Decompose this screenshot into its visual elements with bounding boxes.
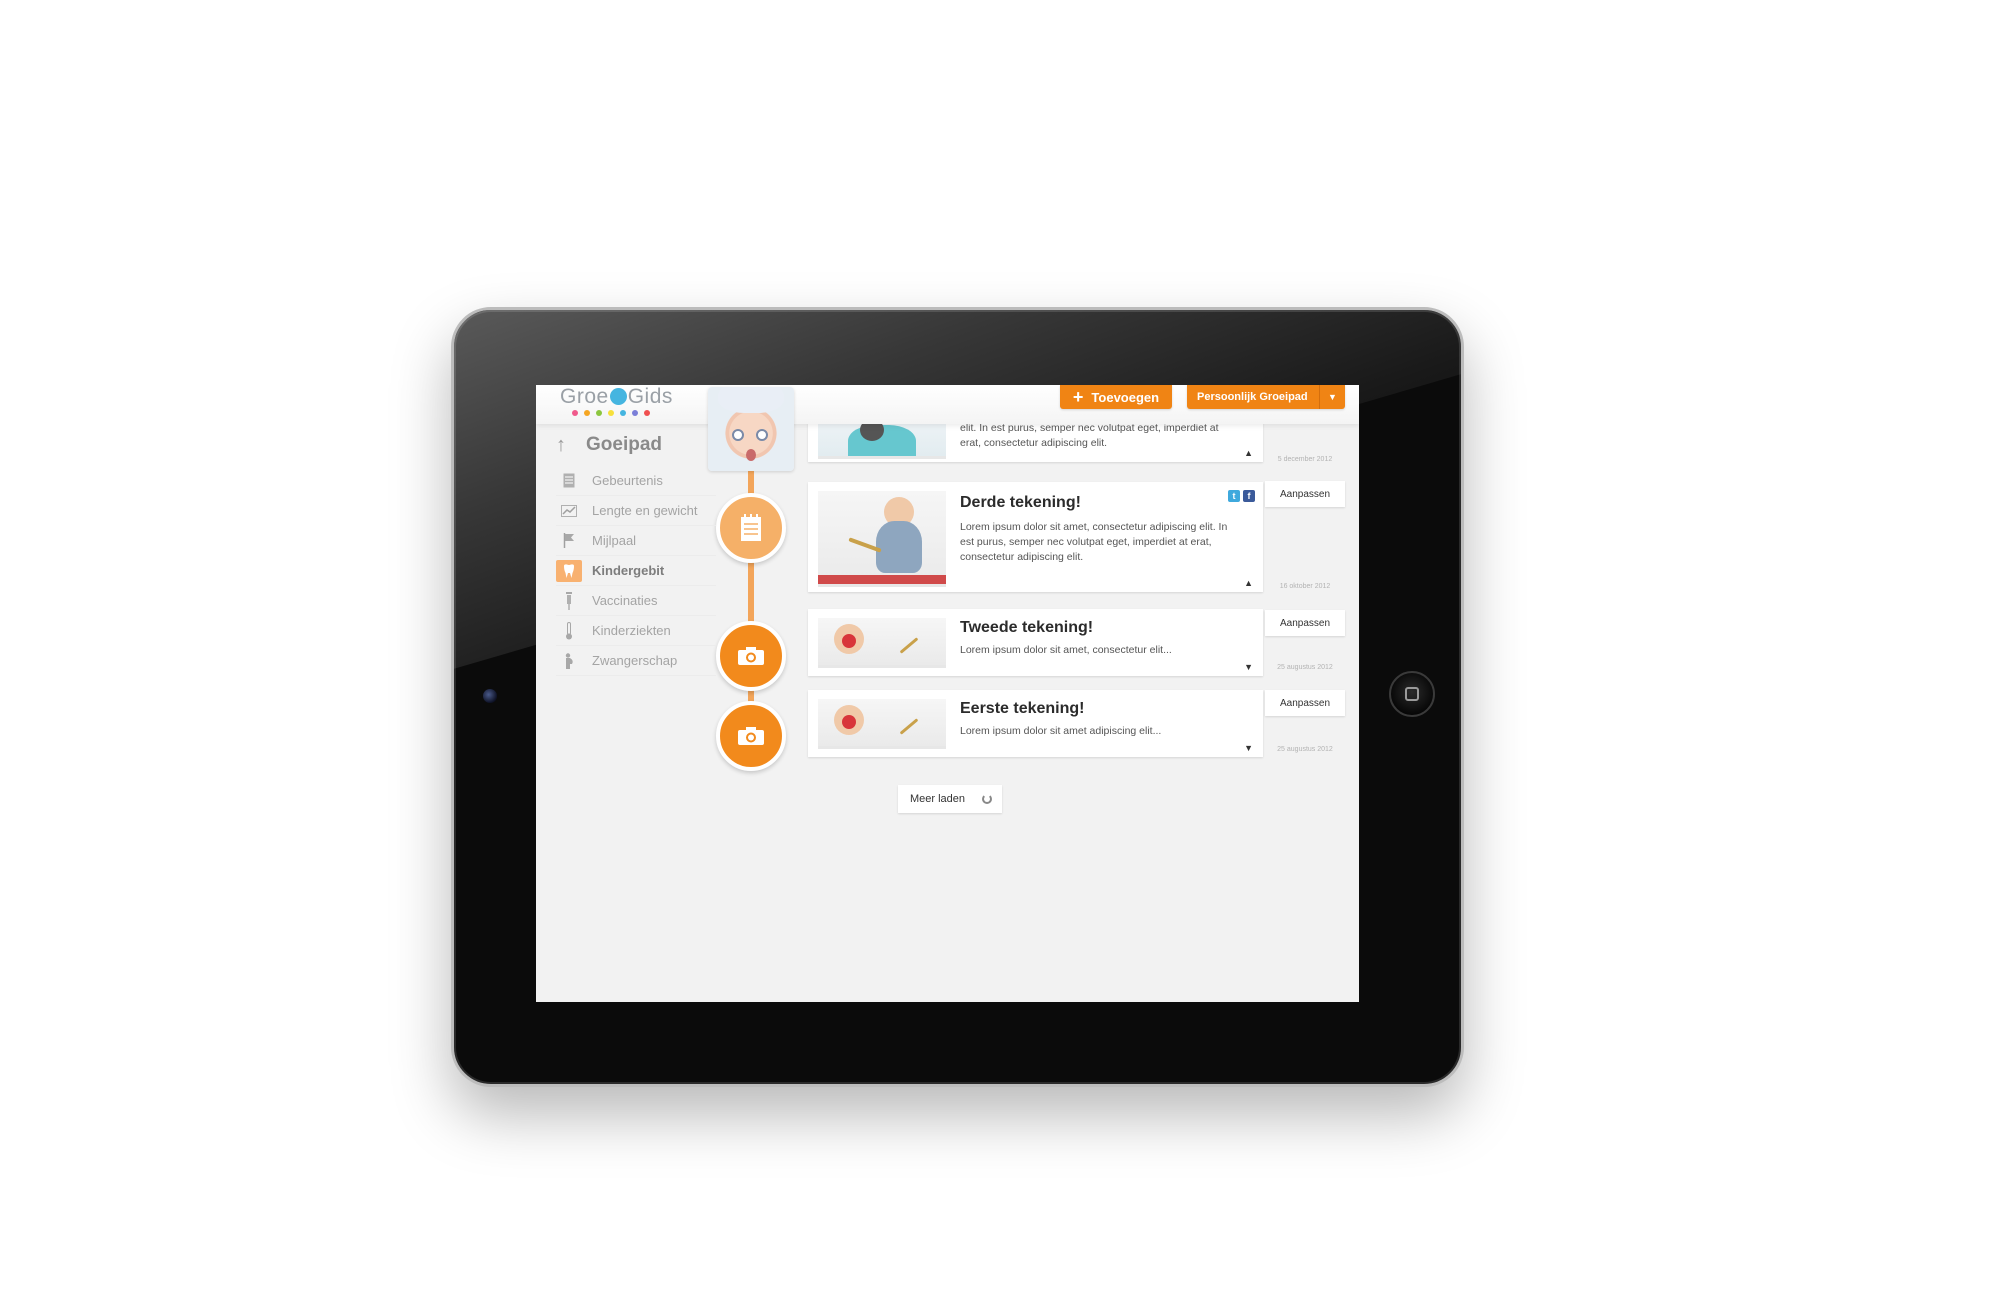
logo-dot [572, 410, 578, 416]
top-bar: Groe Gids + Toevoegen Persoonlijk Groeipa… [536, 385, 1359, 424]
sidebar-item-lengte[interactable]: Lengte en gewicht [556, 496, 716, 526]
collapse-icon[interactable]: ▲ [1244, 578, 1253, 588]
profile-dropdown[interactable]: Persoonlijk Groeipad ▼ [1187, 385, 1345, 409]
collapse-icon[interactable]: ▲ [1244, 448, 1253, 458]
edit-button[interactable]: Aanpassen [1265, 610, 1345, 636]
sidebar-item-label: Mijlpaal [592, 533, 637, 548]
tooth-icon [556, 559, 582, 582]
load-more-label: Meer laden [910, 793, 966, 805]
camera-icon [738, 727, 764, 745]
timeline-node-photo[interactable] [716, 701, 786, 771]
card-text: Lorem ipsum dolor sit amet, consectetur … [960, 644, 1172, 656]
syringe-icon [556, 590, 582, 612]
sidebar-item-mijlpaal[interactable]: Mijlpaal [556, 526, 716, 556]
logo-dot [608, 410, 614, 416]
sidebar-item-gebeurtenis[interactable]: Gebeurtenis [556, 466, 716, 496]
sidebar-item-kindergebit[interactable]: Kindergebit [556, 556, 716, 586]
logo-i-icon [609, 388, 627, 405]
card-text: Lorem ipsum dolor sit amet adipiscing el… [960, 725, 1162, 737]
thermometer-icon [556, 620, 582, 642]
logo-prefix: Groe [560, 385, 609, 408]
logo-dot [620, 410, 626, 416]
timeline-card: Derde tekening! t f Lorem ipsum dolor si… [808, 482, 1263, 592]
logo-dot [644, 410, 650, 416]
arrow-up-icon: ↑ [556, 433, 566, 456]
logo-dot [584, 410, 590, 416]
avatar-eye [756, 429, 768, 441]
expand-icon[interactable]: ▼ [1244, 662, 1253, 672]
photo-body [876, 521, 922, 573]
photo-floor [818, 575, 946, 584]
card-text: elit. In est purus, semper nec volutpat … [960, 422, 1219, 449]
logo-suffix: Gids [627, 385, 673, 408]
logo-dots [572, 410, 650, 416]
post-date: 5 december 2012 [1277, 456, 1333, 463]
add-button[interactable]: + Toevoegen [1060, 385, 1172, 409]
logo-dot [632, 410, 638, 416]
camera-icon [738, 647, 764, 665]
photo-paint [842, 715, 856, 729]
notepad-icon [556, 470, 582, 492]
card-title: Eerste tekening! [960, 700, 1085, 717]
facebook-icon[interactable]: f [1243, 490, 1255, 502]
app-logo[interactable]: Groe Gids [560, 385, 673, 409]
logo-dot [596, 410, 602, 416]
sidebar-item-label: Gebeurtenis [592, 473, 663, 488]
notepad-icon [741, 514, 761, 541]
sidebar-nav: Gebeurtenis Lengte en gewicht Mijlpaal K… [556, 466, 716, 676]
timeline-node-photo[interactable] [716, 621, 786, 691]
app-screen: Groe Gids + Toevoegen Persoonlijk Groeipa… [536, 385, 1359, 1002]
sidebar-item-label: Vaccinaties [592, 593, 658, 608]
social-icons: t f [1228, 490, 1255, 502]
avatar-eye [732, 429, 744, 441]
sidebar-item-vaccinaties[interactable]: Vaccinaties [556, 586, 716, 616]
sidebar-item-label: Kinderziekten [592, 623, 671, 638]
chart-icon [556, 500, 582, 522]
edit-button[interactable]: Aanpassen [1265, 481, 1345, 507]
avatar-hat [718, 387, 784, 413]
camera-icon [483, 689, 497, 703]
post-date: 25 augustus 2012 [1277, 664, 1333, 671]
timeline-card: Tweede tekening! Lorem ipsum dolor sit a… [808, 609, 1263, 676]
timeline-card: Eerste tekening! Lorem ipsum dolor sit a… [808, 690, 1263, 757]
timeline-node-event[interactable] [716, 493, 786, 563]
caret-down-icon[interactable]: ▼ [1319, 385, 1345, 409]
profile-dropdown-label: Persoonlijk Groeipad [1197, 391, 1308, 403]
load-more-button[interactable]: Meer laden [898, 785, 1002, 813]
twitter-icon[interactable]: t [1228, 490, 1240, 502]
timeline-card: elit. In est purus, semper nec volutpat … [808, 419, 1263, 462]
sidebar-item-label: Zwangerschap [592, 653, 678, 668]
sidebar-item-label: Kindergebit [592, 563, 665, 578]
baby-avatar[interactable] [708, 387, 794, 471]
post-date: 16 oktober 2012 [1279, 583, 1331, 590]
flag-icon [556, 530, 582, 552]
card-title: Tweede tekening! [960, 619, 1094, 636]
pregnancy-icon [556, 650, 582, 672]
avatar-mouth [746, 449, 756, 461]
card-photo[interactable] [818, 419, 946, 459]
photo-paint [842, 634, 856, 648]
post-date: 25 augustus 2012 [1277, 746, 1333, 753]
sidebar-item-label: Lengte en gewicht [592, 503, 698, 518]
card-photo[interactable] [818, 699, 946, 749]
card-text: Lorem ipsum dolor sit amet, consectetur … [960, 521, 1228, 563]
card-photo[interactable] [818, 491, 946, 587]
back-link[interactable]: ↑ Goeipad [556, 430, 716, 460]
sidebar-item-kinderziekten[interactable]: Kinderziekten [556, 616, 716, 646]
card-title: Derde tekening! [960, 494, 1081, 511]
edit-button[interactable]: Aanpassen [1265, 690, 1345, 716]
card-photo[interactable] [818, 618, 946, 668]
home-square-icon [1405, 687, 1419, 701]
sidebar-title: Goeipad [586, 434, 663, 455]
expand-icon[interactable]: ▼ [1244, 743, 1253, 753]
spinner-icon [982, 794, 992, 804]
sidebar-item-zwangerschap[interactable]: Zwangerschap [556, 646, 716, 676]
sidebar: ↑ Goeipad Gebeurtenis Lengte en gewicht [556, 430, 716, 676]
plus-icon: + [1072, 387, 1084, 407]
add-button-label: Toevoegen [1091, 389, 1160, 405]
